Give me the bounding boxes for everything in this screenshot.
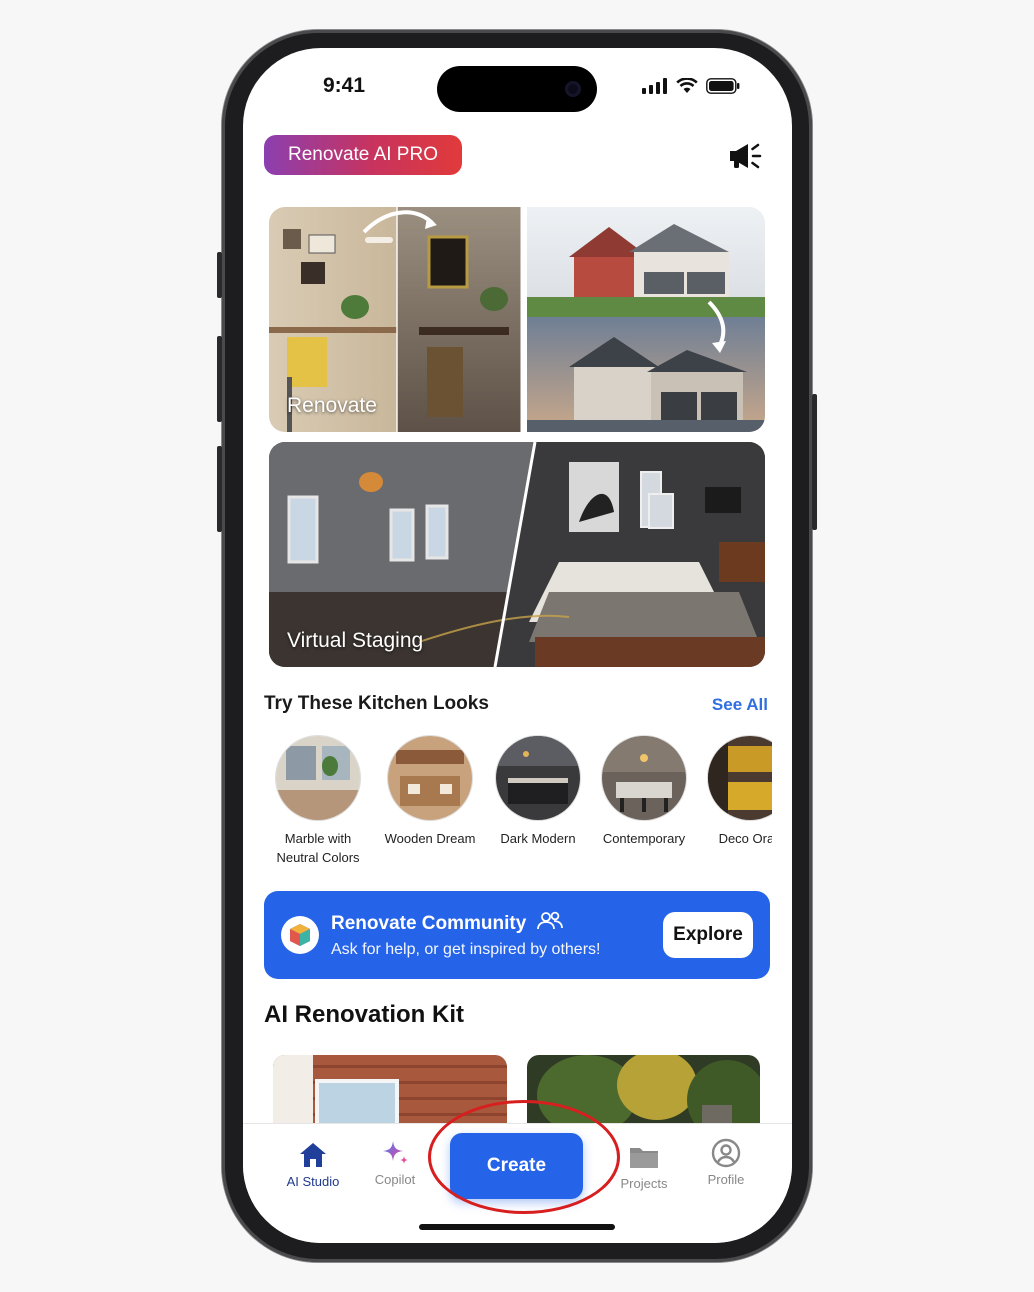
kitchen-look-label-line1: Marble with bbox=[284, 831, 352, 846]
battery-icon bbox=[706, 78, 740, 94]
kitchen-look-thumbnail bbox=[387, 735, 473, 821]
kitchen-look-item[interactable]: Deco Oran bbox=[695, 735, 772, 848]
tab-profile-label: Profile bbox=[707, 1172, 745, 1187]
volume-down-button bbox=[217, 446, 222, 532]
kitchen-look-label-line1: Dark Modern bbox=[500, 831, 576, 846]
tab-copilot-label: Copilot bbox=[374, 1172, 416, 1187]
tab-projects-label: Projects bbox=[620, 1176, 668, 1191]
virtual-staging-card[interactable]: Virtual Staging bbox=[269, 442, 765, 667]
kitchen-look-thumbnail bbox=[601, 735, 687, 821]
power-button bbox=[812, 394, 817, 530]
see-all-link[interactable]: See All bbox=[712, 695, 768, 715]
kitchen-look-label-line2: Neutral Colors bbox=[276, 850, 360, 865]
renovate-card-label: Renovate bbox=[287, 394, 377, 417]
renovate-card[interactable]: Renovate bbox=[269, 207, 765, 432]
megaphone-icon[interactable] bbox=[726, 140, 762, 172]
community-logo bbox=[281, 916, 319, 954]
status-icons bbox=[642, 78, 740, 94]
kitchen-look-item[interactable]: Contemporary bbox=[589, 735, 699, 848]
house-icon bbox=[300, 1143, 326, 1167]
kitchen-look-item[interactable]: Wooden Dream bbox=[375, 735, 485, 848]
people-icon bbox=[536, 911, 563, 930]
home-indicator bbox=[419, 1224, 615, 1230]
kitchen-look-item[interactable]: Dark Modern bbox=[483, 735, 593, 848]
explore-button[interactable]: Explore bbox=[663, 912, 753, 958]
wifi-icon bbox=[676, 78, 698, 93]
status-time: 9:41 bbox=[323, 74, 366, 97]
volume-up-button bbox=[217, 336, 222, 422]
sparkle-icon bbox=[383, 1141, 408, 1164]
pro-badge-button[interactable]: Renovate AI PRO bbox=[264, 135, 462, 175]
kitchen-look-thumbnail bbox=[707, 735, 772, 821]
kitchen-looks-carousel[interactable]: Marble with Neutral Colors Wooden Dream … bbox=[263, 735, 772, 865]
kitchen-look-label-line1: Wooden Dream bbox=[384, 831, 476, 846]
virtual-staging-card-label: Virtual Staging bbox=[287, 629, 424, 652]
tab-ai-studio[interactable]: AI Studio bbox=[273, 1138, 353, 1189]
tab-profile[interactable]: Profile bbox=[686, 1136, 766, 1187]
kitchen-look-thumbnail bbox=[495, 735, 581, 821]
community-subtitle: Ask for help, or get inspired by others! bbox=[331, 941, 601, 958]
tab-ai-studio-label: AI Studio bbox=[286, 1174, 340, 1189]
renovation-kit-title: AI Renovation Kit bbox=[264, 1001, 465, 1028]
kitchen-look-label-line1: Deco Oran bbox=[718, 831, 772, 846]
action-button bbox=[217, 252, 222, 298]
kitchen-looks-title: Try These Kitchen Looks bbox=[264, 693, 489, 714]
app-screen: 9:41 Renovate AI PRO Renovate Virtual St… bbox=[243, 48, 792, 1243]
kitchen-look-label-line1: Contemporary bbox=[602, 831, 686, 846]
person-circle-icon bbox=[711, 1138, 741, 1168]
tab-copilot[interactable]: Copilot bbox=[355, 1136, 435, 1187]
community-banner[interactable]: Renovate Community Ask for help, or get … bbox=[264, 891, 770, 979]
community-title: Renovate Community bbox=[331, 911, 564, 935]
signal-icon bbox=[642, 78, 667, 94]
dynamic-island bbox=[437, 66, 597, 112]
kitchen-look-item[interactable]: Marble with Neutral Colors bbox=[263, 735, 373, 865]
kitchen-look-thumbnail bbox=[275, 735, 361, 821]
highlight-ellipse bbox=[428, 1100, 620, 1214]
folder-icon bbox=[630, 1148, 658, 1168]
